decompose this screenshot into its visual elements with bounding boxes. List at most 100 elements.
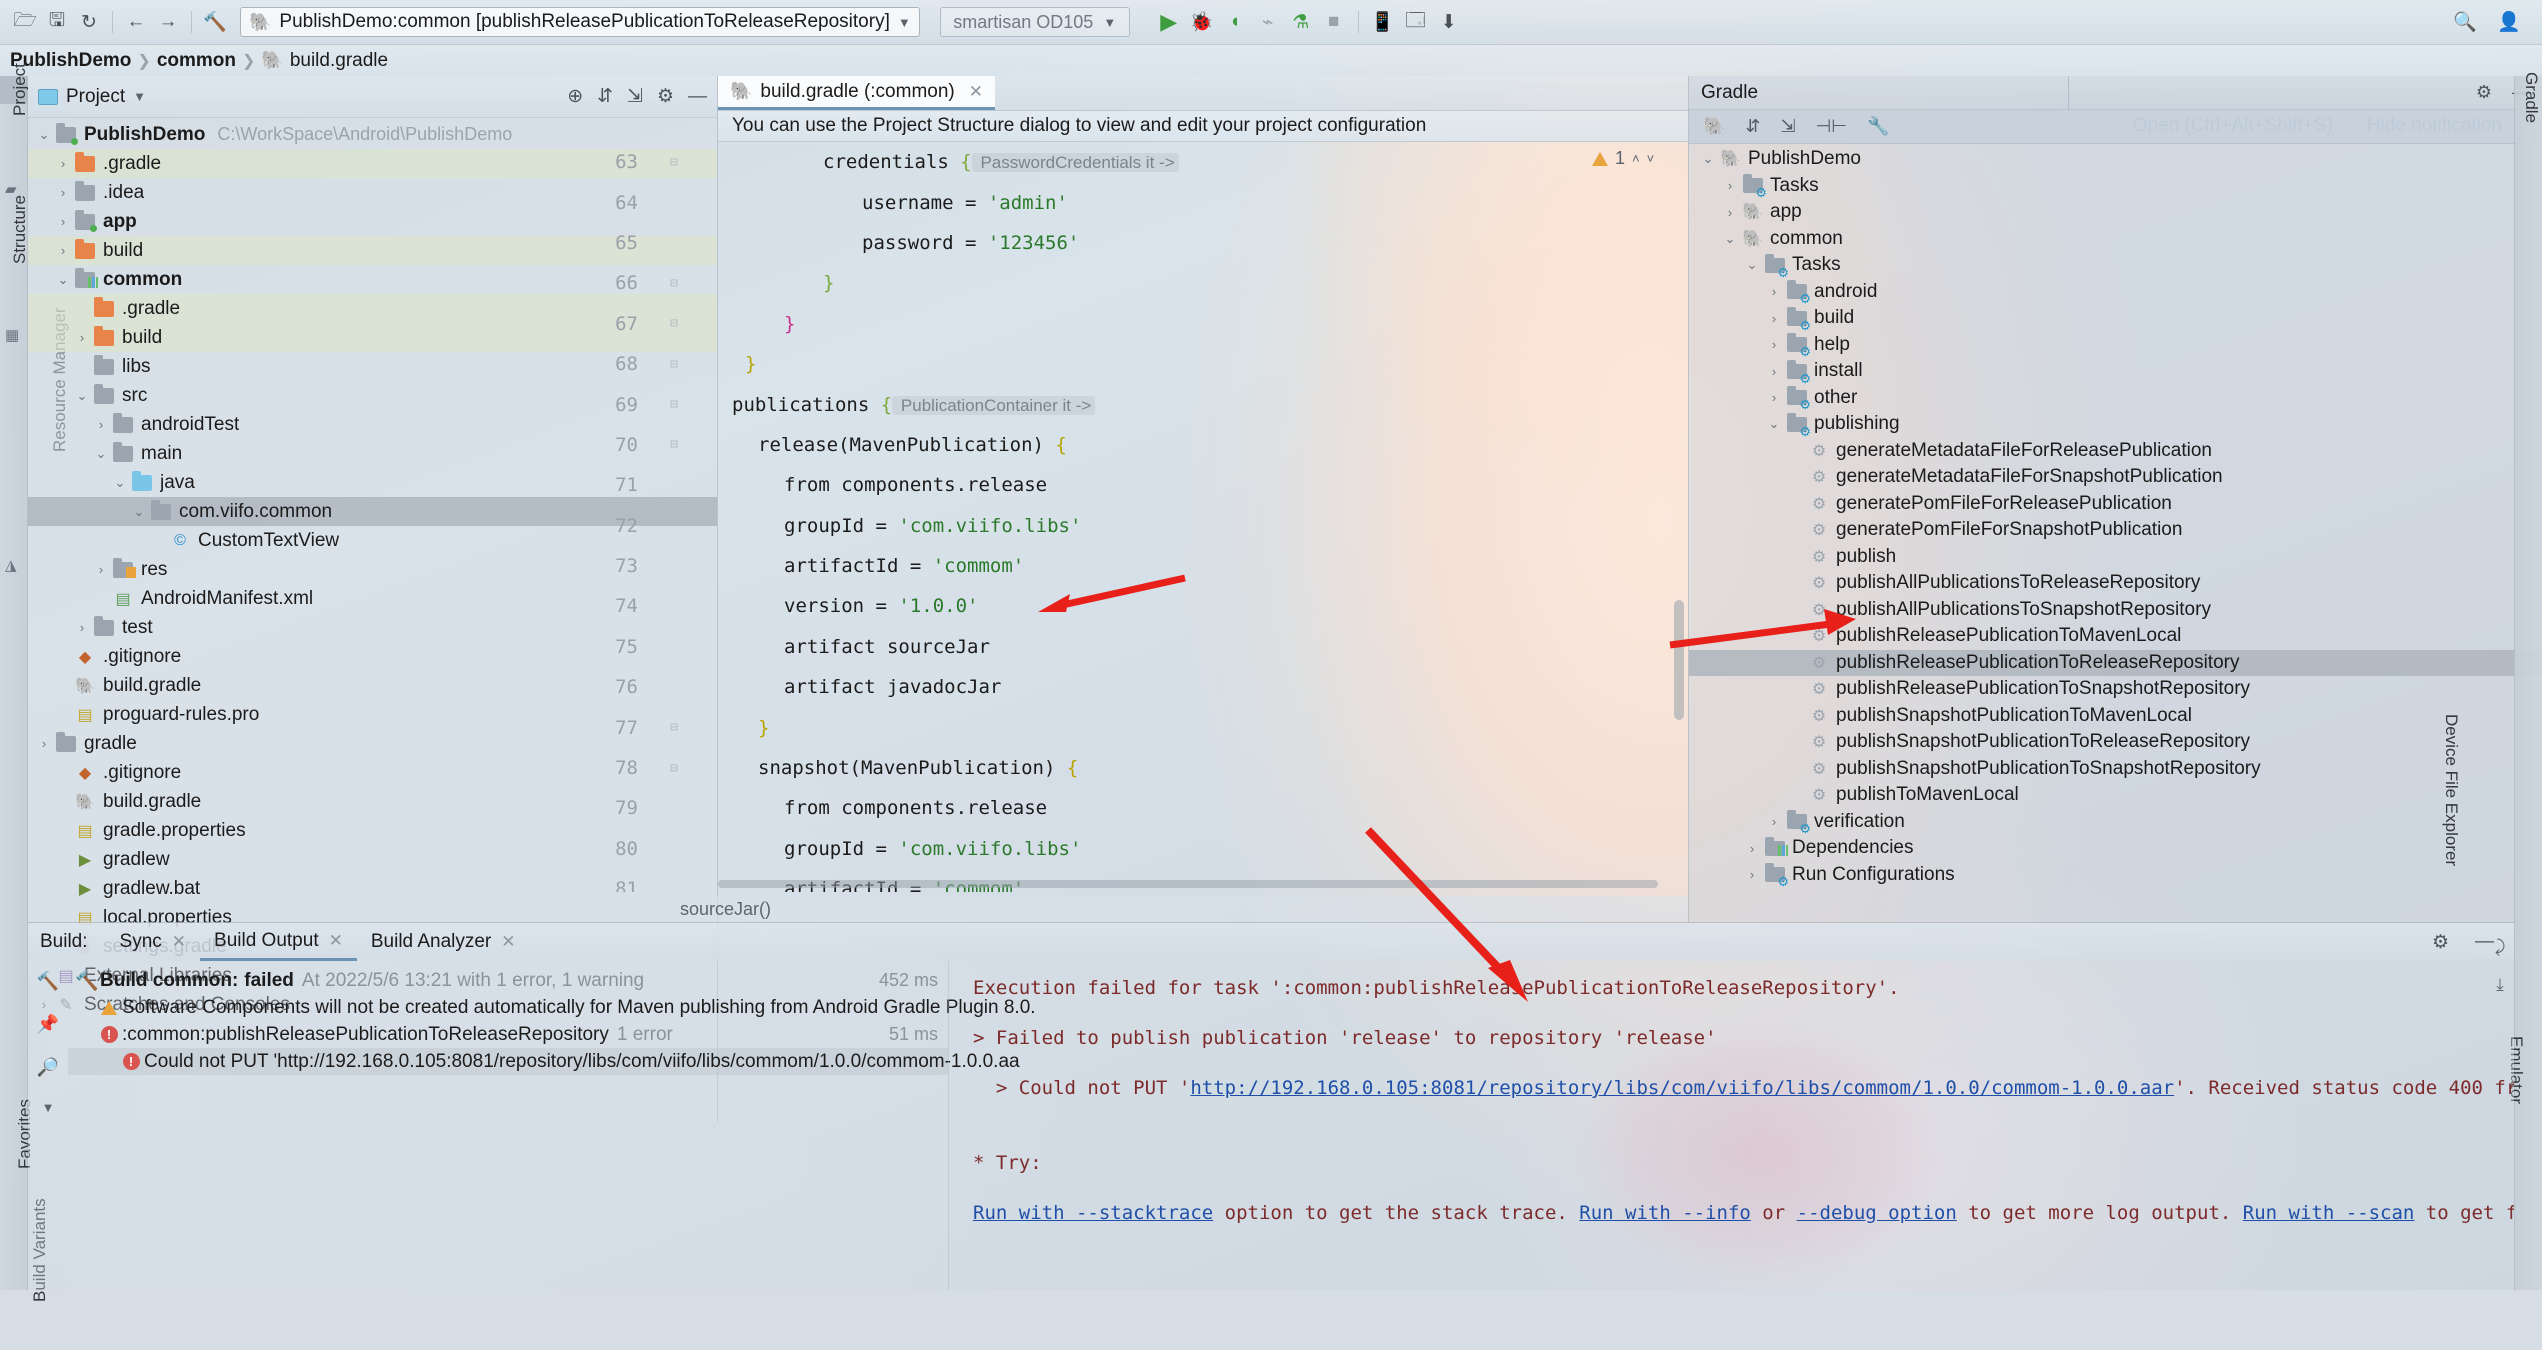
chevron-down-icon[interactable]: ⌄ xyxy=(53,272,73,288)
build-output-row[interactable]: Software Components will not be created … xyxy=(68,994,1036,1021)
collapse-all-icon[interactable]: ⇲ xyxy=(1781,116,1796,137)
back-arrow-icon[interactable]: ← xyxy=(121,7,151,37)
gradle-task-publishallpublicationstosnapshotrepository[interactable]: ⚙ publishAllPublicationsToSnapshotReposit… xyxy=(1689,597,2542,624)
gradle-task-install[interactable]: › install xyxy=(1689,358,2542,385)
run-icon[interactable]: ▶ xyxy=(1154,7,1184,37)
gradle-task-dependencies[interactable]: › Dependencies xyxy=(1689,835,2542,862)
chevron-right-icon[interactable]: › xyxy=(1719,178,1741,193)
chevron-right-icon[interactable]: › xyxy=(1763,311,1785,326)
chevron-right-icon[interactable]: › xyxy=(1763,337,1785,352)
chevron-right-icon[interactable]: › xyxy=(1763,814,1785,829)
chevron-right-icon[interactable]: › xyxy=(53,156,73,171)
wrench-icon[interactable]: 🔧 xyxy=(1867,116,1889,137)
gradle-task-other[interactable]: › other xyxy=(1689,385,2542,411)
sidebar-item-gradle[interactable]: Gradle xyxy=(2486,72,2542,123)
chevron-down-icon[interactable]: ▼ xyxy=(133,89,146,104)
code-line[interactable]: 73 artifactId = 'commom' xyxy=(590,546,1688,586)
gradle-task-publishreleasepublicationtoreleaserepository[interactable]: ⚙ publishReleasePublicationToReleaseRepos… xyxy=(1689,649,2542,676)
tab-sync[interactable]: Sync ✕ xyxy=(106,923,201,961)
device-selector[interactable]: smartisan OD105 ▼ xyxy=(939,7,1130,37)
gradle-task-run-configurations[interactable]: › Run Configurations xyxy=(1689,862,2542,888)
build-output-row[interactable]: !:common:publishReleasePublicationToRele… xyxy=(68,1021,948,1048)
inspection-warning-indicator[interactable]: 1 ˄ ˅ xyxy=(1592,148,1654,169)
code-line[interactable]: 77 ⊟} xyxy=(590,707,1688,747)
console-url-link[interactable]: http://192.168.0.105:8081/repository/lib… xyxy=(1190,1077,2174,1099)
rerun-icon[interactable]: 🔨 xyxy=(37,971,59,992)
pin-icon[interactable]: 📌 xyxy=(37,1014,59,1035)
chevron-down-icon[interactable]: ⌄ xyxy=(1719,231,1741,247)
settings-gear-icon[interactable]: ⚙ xyxy=(657,85,674,108)
chevron-right-icon[interactable]: › xyxy=(53,243,73,258)
code-line[interactable]: 64 username = 'admin' xyxy=(590,182,1688,222)
collapse-all-icon[interactable]: ⇲ xyxy=(627,85,643,108)
search-icon[interactable]: 🔍 xyxy=(2450,7,2480,37)
chevron-right-icon[interactable]: › xyxy=(72,330,92,345)
account-icon[interactable]: 👤 xyxy=(2494,7,2524,37)
expand-all-icon[interactable]: ⇵ xyxy=(597,85,613,108)
gradle-task-publishsnapshotpublicationtomavenlocal[interactable]: ⚙ publishSnapshotPublicationToMavenLocal xyxy=(1689,703,2542,730)
code-line[interactable]: 63 ⊟ credentials { PasswordCredentials it … xyxy=(590,142,1688,182)
close-icon[interactable]: ✕ xyxy=(329,931,343,951)
code-fold-gutter[interactable]: ⊟ xyxy=(650,720,698,735)
code-fold-gutter[interactable]: ⊟ xyxy=(650,316,698,331)
editor-horizontal-scrollbar[interactable] xyxy=(718,880,1658,888)
code-fold-gutter[interactable]: ⊟ xyxy=(650,397,698,412)
code-line[interactable]: 71 from components.release xyxy=(590,465,1688,505)
code-line[interactable]: 66 ⊟} xyxy=(590,263,1688,303)
chevron-down-icon[interactable]: ⌄ xyxy=(34,127,54,143)
wrap-text-icon[interactable]: ⤸ xyxy=(2495,937,2505,957)
toggle-offline-icon[interactable]: ⊣⊢ xyxy=(1816,116,1847,137)
code-line[interactable]: 65 password = '123456' xyxy=(590,223,1688,263)
chevron-right-icon[interactable]: › xyxy=(1763,364,1785,379)
chevron-right-icon[interactable]: › xyxy=(1719,205,1741,220)
chevron-right-icon[interactable]: › xyxy=(1741,867,1763,882)
gradle-task-common[interactable]: ⌄ 🐘 common xyxy=(1689,226,2542,253)
attach-debugger-icon[interactable]: ⚗ xyxy=(1286,7,1316,37)
console-option-link[interactable]: Run with --stacktrace xyxy=(973,1202,1213,1224)
chevron-right-icon[interactable]: › xyxy=(72,620,92,635)
build-hammer-icon[interactable]: 🔨 xyxy=(200,7,230,37)
gradle-task-publishreleasepublicationtomavenlocal[interactable]: ⚙ publishReleasePublicationToMavenLocal xyxy=(1689,623,2542,650)
gradle-task-generatemetadatafileforreleasepublication[interactable]: ⚙ generateMetadataFileForReleasePublicati… xyxy=(1689,438,2542,465)
gradle-task-publishing[interactable]: ⌄ publishing xyxy=(1689,411,2542,438)
code-line[interactable]: 76 artifact javadocJar xyxy=(590,667,1688,707)
code-line[interactable]: 67 ⊟} xyxy=(590,304,1688,344)
save-icon[interactable]: 🖫 xyxy=(42,7,72,37)
code-line[interactable]: 78 ⊟ snapshot(MavenPublication) { xyxy=(590,748,1688,788)
run-coverage-icon[interactable]: ◖ xyxy=(1220,7,1250,37)
code-line[interactable]: 72 groupId = 'com.viifo.libs' xyxy=(590,506,1688,546)
gradle-task-publishreleasepublicationtosnapshotrepository[interactable]: ⚙ publishReleasePublicationToSnapshotRepo… xyxy=(1689,676,2542,703)
code-line[interactable]: 69 ⊟ publications { PublicationContainer i… xyxy=(590,384,1688,424)
stop-icon[interactable]: ■ xyxy=(1319,7,1349,37)
breadcrumb-item-module[interactable]: common xyxy=(157,50,236,72)
chevron-right-icon[interactable]: › xyxy=(1763,284,1785,299)
console-option-link[interactable]: Run with --info xyxy=(1579,1202,1751,1224)
gradle-task-help[interactable]: › help xyxy=(1689,332,2542,358)
filter-icon[interactable]: 🔎 xyxy=(37,1057,59,1078)
sidebar-item-device-file-explorer[interactable]: Device File Explorer xyxy=(2326,714,2542,866)
locate-icon[interactable]: ⊕ xyxy=(567,85,583,108)
chevron-down-icon[interactable]: ˅ xyxy=(1647,151,1655,166)
console-option-link[interactable]: --debug option xyxy=(1797,1202,1957,1224)
code-fold-gutter[interactable]: ⊟ xyxy=(650,155,698,170)
chevron-down-icon[interactable]: ▼ xyxy=(1103,15,1116,30)
gradle-task-generatepomfileforreleasepublication[interactable]: ⚙ generatePomFileForReleasePublication xyxy=(1689,491,2542,518)
gradle-task-generatepomfileforsnapshotpublication[interactable]: ⚙ generatePomFileForSnapshotPublication xyxy=(1689,517,2542,544)
code-line[interactable]: 70 ⊟ release(MavenPublication) { xyxy=(590,425,1688,465)
tab-build-output[interactable]: Build Output ✕ xyxy=(200,923,357,961)
chevron-right-icon[interactable]: › xyxy=(91,562,111,577)
editor-scrollbar-thumb[interactable] xyxy=(1674,600,1684,720)
code-fold-gutter[interactable]: ⊟ xyxy=(650,276,698,291)
gradle-task-publishallpublicationstoreleaserepository[interactable]: ⚙ publishAllPublicationsToReleaseReposito… xyxy=(1689,570,2542,597)
gradle-task-tasks[interactable]: ⌄ Tasks xyxy=(1689,252,2542,279)
forward-arrow-icon[interactable]: → xyxy=(153,7,183,37)
code-fold-gutter[interactable]: ⊟ xyxy=(650,761,698,776)
gradle-task-publishsnapshotpublicationtoreleaserepository[interactable]: ⚙ publishSnapshotPublicationToReleaseRepo… xyxy=(1689,729,2542,756)
scroll-end-icon[interactable]: ⤓ xyxy=(2496,975,2504,995)
build-output-row[interactable]: 🔨 Build common: failed At 2022/5/6 13:21 wi… xyxy=(68,967,948,994)
settings-gear-icon[interactable]: ⚙ xyxy=(2432,931,2449,954)
chevron-down-icon[interactable]: ▼ xyxy=(898,15,911,30)
tab-build-analyzer[interactable]: Build Analyzer ✕ xyxy=(357,923,530,961)
chevron-down-icon[interactable]: ▼ xyxy=(42,1100,55,1115)
breadcrumb-item-file[interactable]: build.gradle xyxy=(290,50,388,72)
